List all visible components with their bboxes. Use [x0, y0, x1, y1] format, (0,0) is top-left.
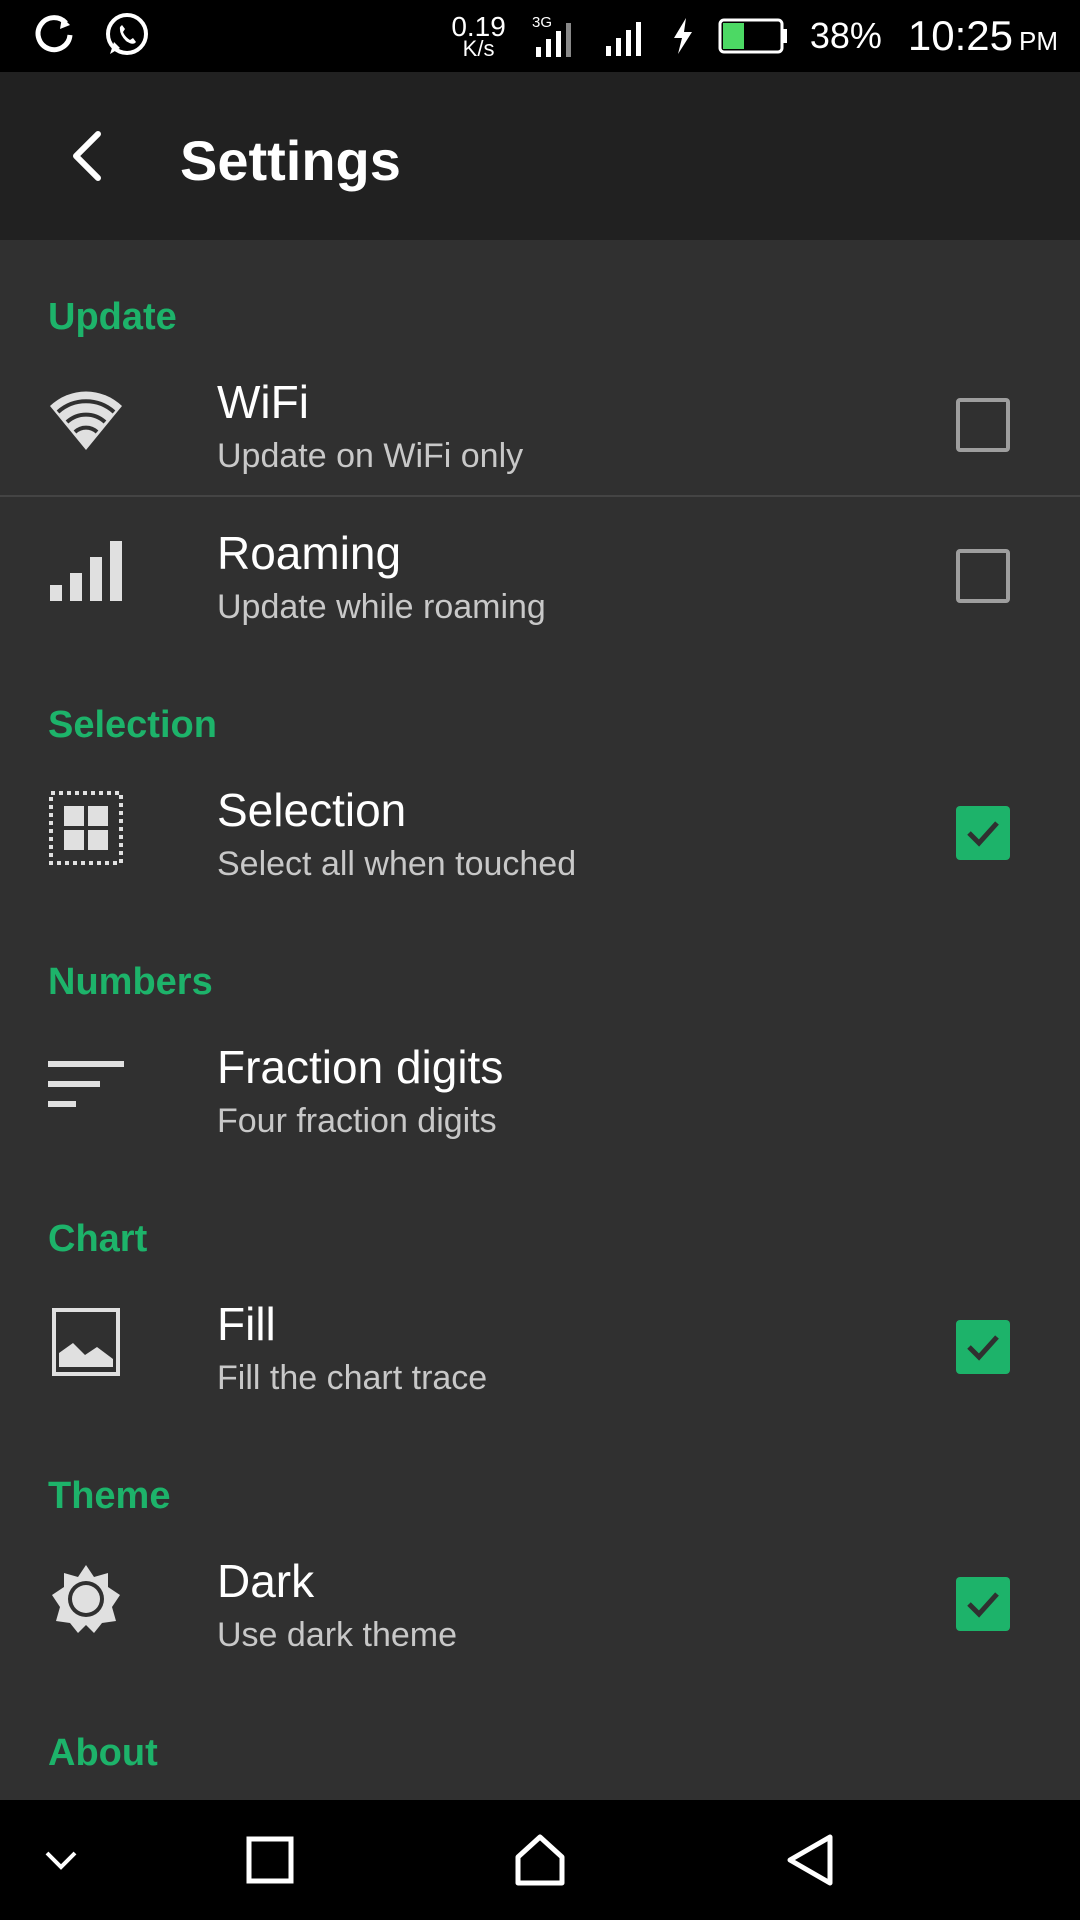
setting-row-fill[interactable]: Fill Fill the chart trace	[0, 1267, 1080, 1417]
setting-title: Fill	[217, 1298, 276, 1350]
setting-title: Roaming	[217, 527, 402, 579]
battery-percent: 38%	[809, 15, 882, 56]
clock-time: 10:25	[907, 12, 1013, 59]
roaming-checkbox[interactable]	[956, 549, 1010, 603]
setting-summary: Use dark theme	[217, 1616, 457, 1654]
section-header-selection: Selection	[48, 704, 217, 746]
setting-summary: Fill the chart trace	[217, 1359, 488, 1397]
back-arrow-icon	[73, 131, 101, 181]
section-header-update: Update	[48, 296, 177, 338]
charging-icon	[670, 16, 696, 56]
recents-button[interactable]	[235, 1830, 305, 1890]
checkmark-icon	[967, 1335, 999, 1361]
back-button[interactable]	[54, 122, 122, 190]
clock: 10:25 PM	[908, 12, 1058, 60]
hide-keyboard-button[interactable]	[26, 1830, 96, 1890]
setting-title: Dark	[217, 1555, 315, 1607]
signal-bars-icon	[44, 529, 128, 613]
wifi-icon	[44, 378, 128, 462]
image-icon	[44, 1300, 128, 1384]
page-title: Settings	[180, 129, 401, 192]
signal-icon	[604, 14, 648, 58]
select-all-icon	[44, 786, 128, 870]
signal-3g-icon: 3G	[532, 11, 582, 61]
setting-title: WiFi	[217, 376, 309, 428]
dark-checkbox[interactable]	[956, 1577, 1010, 1631]
setting-title: Selection	[217, 784, 407, 836]
brightness-icon	[44, 1557, 128, 1641]
setting-row-roaming[interactable]: Roaming Update while roaming	[0, 496, 1080, 646]
setting-title: Fraction digits	[217, 1041, 504, 1093]
section-header-numbers: Numbers	[48, 961, 213, 1003]
home-icon	[515, 1834, 565, 1886]
checkmark-icon	[967, 1592, 999, 1618]
section-header-theme: Theme	[48, 1475, 171, 1517]
network-type-label: 3G	[532, 14, 552, 31]
selection-checkbox[interactable]	[956, 806, 1010, 860]
section-header-chart: Chart	[48, 1218, 148, 1260]
back-triangle-icon	[787, 1834, 833, 1886]
wifi-checkbox[interactable]	[956, 398, 1010, 452]
battery-icon	[718, 18, 788, 54]
setting-row-wifi[interactable]: WiFi Update on WiFi only	[0, 345, 1080, 495]
net-speed-unit: K/s	[462, 36, 495, 61]
section-header-about: About	[48, 1732, 158, 1774]
battery-fill	[722, 23, 744, 49]
setting-summary: Update on WiFi only	[217, 437, 524, 475]
setting-summary: Update while roaming	[217, 588, 546, 626]
chevron-down-icon	[45, 1851, 77, 1870]
checkmark-icon	[967, 821, 999, 847]
setting-summary: Select all when touched	[217, 845, 577, 883]
settings-list: Update WiFi Update on WiFi only Roaming …	[0, 240, 1080, 1800]
setting-row-fraction-digits[interactable]: Fraction digits Four fraction digits	[0, 1010, 1080, 1160]
whatsapp-icon	[102, 10, 152, 65]
network-speed: 0.19 K/s	[451, 13, 506, 61]
home-button[interactable]	[505, 1830, 575, 1890]
back-nav-button[interactable]	[776, 1830, 846, 1890]
setting-row-selection[interactable]: Selection Select all when touched	[0, 753, 1080, 903]
sort-lines-icon	[44, 1043, 128, 1127]
refresh-icon	[32, 13, 76, 62]
setting-summary: Four fraction digits	[217, 1102, 497, 1140]
status-bar: 0.19 K/s 3G 38% 10:25 PM	[0, 0, 1080, 72]
recents-icon	[246, 1836, 294, 1884]
navigation-bar	[0, 1800, 1080, 1920]
fill-checkbox[interactable]	[956, 1320, 1010, 1374]
app-bar: Settings	[0, 72, 1080, 240]
clock-ampm: PM	[1019, 26, 1058, 56]
setting-row-dark[interactable]: Dark Use dark theme	[0, 1524, 1080, 1674]
